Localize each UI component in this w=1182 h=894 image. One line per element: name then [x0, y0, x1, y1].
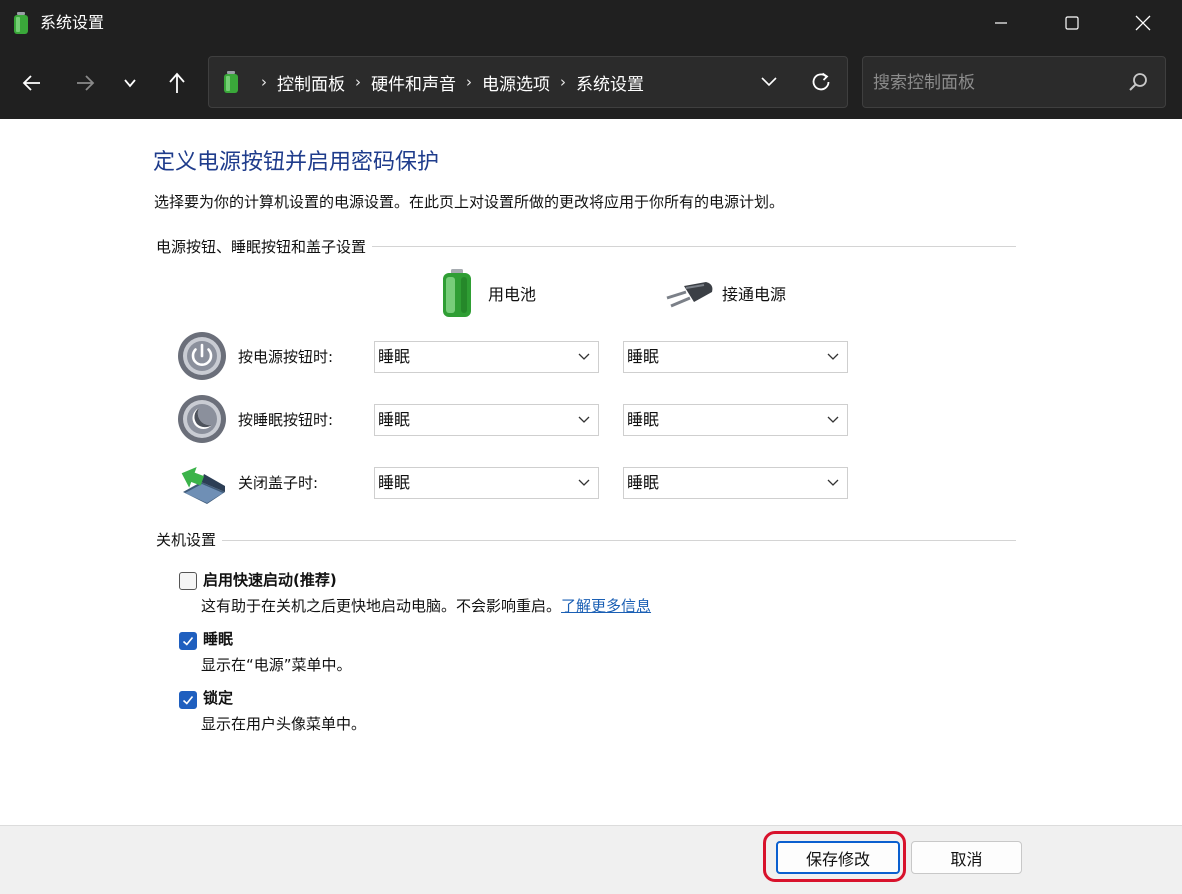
chevron-down-icon	[761, 77, 777, 87]
chevron-down-icon	[578, 479, 590, 486]
forward-button[interactable]	[66, 64, 104, 102]
back-button[interactable]	[13, 64, 51, 102]
fast-startup-description-text: 这有助于在关机之后更快地启动电脑。不会影响重启。	[201, 597, 562, 615]
row-label-lid: 关闭盖子时:	[238, 474, 319, 492]
fast-startup-checkbox[interactable]	[179, 572, 197, 590]
power-button-plugged-select[interactable]: 睡眠	[623, 341, 848, 373]
row-label-sleep-button: 按睡眠按钮时:	[238, 411, 334, 429]
search-box[interactable]	[862, 56, 1166, 108]
lid-plugged-select[interactable]: 睡眠	[623, 467, 848, 499]
lock-option-description: 显示在用户头像菜单中。	[201, 715, 367, 733]
cancel-button[interactable]: 取消	[911, 841, 1022, 874]
minimize-button[interactable]	[966, 0, 1036, 46]
lock-checkbox[interactable]	[179, 691, 197, 709]
window-title: 系统设置	[40, 13, 105, 32]
lock-option-label: 锁定	[203, 689, 234, 707]
search-icon	[1129, 73, 1147, 91]
arrow-left-icon	[22, 75, 40, 91]
breadcrumb-separator: ›	[466, 73, 472, 91]
chevron-down-icon	[827, 353, 839, 360]
column-plugged-label: 接通电源	[722, 285, 787, 304]
up-button[interactable]	[158, 64, 196, 102]
title-bar: 系统设置	[0, 0, 1182, 46]
arrow-right-icon	[77, 75, 95, 91]
select-value: 睡眠	[627, 347, 660, 366]
select-value: 睡眠	[378, 473, 411, 492]
checkmark-icon	[182, 695, 194, 705]
chevron-down-icon	[827, 416, 839, 423]
battery-location-icon	[224, 71, 238, 93]
breadcrumb-separator: ›	[261, 73, 267, 91]
minimize-icon	[995, 22, 1007, 24]
fast-startup-description: 这有助于在关机之后更快地启动电脑。不会影响重启。了解更多信息	[201, 596, 651, 616]
select-value: 睡眠	[378, 347, 411, 366]
address-bar[interactable]: › 控制面板 › 硬件和声音 › 电源选项 › 系统设置	[208, 56, 848, 108]
sleep-button-icon	[178, 395, 226, 443]
search-input[interactable]	[871, 65, 1115, 101]
battery-app-icon	[14, 12, 28, 34]
power-button-battery-select[interactable]: 睡眠	[374, 341, 599, 373]
battery-icon	[443, 269, 471, 317]
breadcrumb-separator: ›	[560, 73, 566, 91]
section-divider	[156, 540, 1016, 541]
column-battery-label: 用电池	[488, 285, 537, 304]
maximize-button[interactable]	[1037, 0, 1107, 46]
learn-more-link[interactable]: 了解更多信息	[561, 597, 651, 615]
refresh-icon	[812, 72, 830, 91]
plug-icon	[666, 282, 713, 308]
select-value: 睡眠	[627, 410, 660, 429]
chevron-down-icon	[124, 79, 136, 88]
select-value: 睡眠	[627, 473, 660, 492]
sleep-option-description: 显示在“电源”菜单中。	[201, 656, 352, 674]
breadcrumb-separator: ›	[355, 73, 361, 91]
section-power-buttons-label: 电源按钮、睡眠按钮和盖子设置	[156, 236, 373, 258]
chevron-down-icon	[578, 353, 590, 360]
breadcrumb-system-settings[interactable]: 系统设置	[576, 70, 644, 95]
breadcrumb-control-panel[interactable]: 控制面板	[277, 70, 345, 95]
breadcrumb: › 控制面板 › 硬件和声音 › 电源选项 › 系统设置	[221, 57, 644, 107]
chevron-down-icon	[827, 479, 839, 486]
row-label-power-button: 按电源按钮时:	[238, 348, 334, 366]
sleep-button-battery-select[interactable]: 睡眠	[374, 404, 599, 436]
save-changes-button[interactable]: 保存修改	[776, 841, 900, 874]
page-description: 选择要为你的计算机设置的电源设置。在此页上对设置所做的更改将应用于你所有的电源计…	[154, 193, 785, 211]
select-value: 睡眠	[378, 410, 411, 429]
system-settings-window: 系统设置 › 控制面板 › 硬件和声音 › 电源选项 › 系统设置 搜索控制面板…	[0, 0, 1182, 894]
navigation-bar: › 控制面板 › 硬件和声音 › 电源选项 › 系统设置	[0, 46, 1182, 119]
recent-locations-button[interactable]	[111, 64, 149, 102]
close-icon	[1135, 15, 1151, 31]
sleep-option-label: 睡眠	[203, 630, 234, 648]
checkmark-icon	[182, 636, 194, 646]
chevron-down-icon	[578, 416, 590, 423]
sleep-checkbox[interactable]	[179, 632, 197, 650]
close-button[interactable]	[1108, 0, 1178, 46]
refresh-button[interactable]	[807, 68, 835, 96]
maximize-icon	[1065, 16, 1079, 30]
arrow-up-icon	[169, 72, 185, 93]
power-button-icon	[178, 332, 226, 380]
breadcrumb-hardware-sound[interactable]: 硬件和声音	[371, 70, 456, 95]
fast-startup-label: 启用快速启动(推荐)	[203, 571, 337, 589]
section-shutdown-label: 关机设置	[156, 529, 223, 551]
page-title: 定义电源按钮并启用密码保护	[153, 150, 440, 175]
breadcrumb-power-options[interactable]: 电源选项	[482, 70, 550, 95]
sleep-button-plugged-select[interactable]: 睡眠	[623, 404, 848, 436]
lid-battery-select[interactable]: 睡眠	[374, 467, 599, 499]
address-history-button[interactable]	[757, 70, 781, 94]
laptop-lid-icon	[181, 467, 225, 504]
